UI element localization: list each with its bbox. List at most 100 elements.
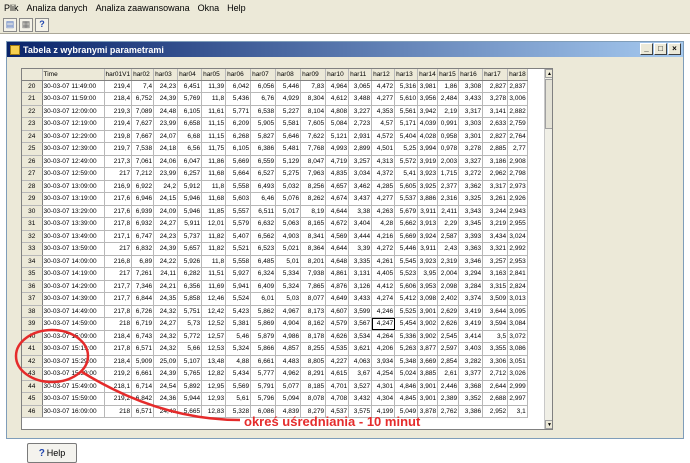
value-cell[interactable]: 2,854: [437, 355, 460, 368]
value-cell[interactable]: 3,303: [458, 117, 484, 131]
value-cell[interactable]: 219,7: [104, 142, 133, 156]
value-cell[interactable]: 2,316: [437, 192, 460, 206]
value-cell[interactable]: 7,627: [131, 117, 155, 131]
column-header[interactable]: har13: [394, 69, 419, 81]
value-cell[interactable]: 2,962: [482, 167, 509, 181]
value-cell[interactable]: 8,173: [300, 305, 327, 318]
value-cell[interactable]: 217: [104, 267, 133, 281]
value-cell[interactable]: 5,084: [325, 117, 350, 131]
value-cell[interactable]: 5,909: [131, 355, 155, 368]
value-cell[interactable]: 4,648: [325, 255, 350, 268]
scroll-thumb[interactable]: [545, 79, 552, 129]
value-cell[interactable]: 3,594: [482, 317, 509, 331]
table-row[interactable]: 45 30-03-07 15:59:00 219,2 6,842 24,36 5,944 1…: [22, 392, 528, 406]
value-cell[interactable]: 7,667: [131, 130, 155, 143]
value-cell[interactable]: 24,32: [153, 342, 179, 356]
value-cell[interactable]: 3,913: [417, 217, 439, 231]
value-cell[interactable]: 5,892: [177, 380, 203, 393]
value-cell[interactable]: 2,931: [348, 130, 373, 143]
value-cell[interactable]: 4,701: [325, 380, 350, 393]
value-cell[interactable]: 3,902: [417, 317, 439, 331]
table-row[interactable]: 41 30-03-07 15:19:00 217,8 6,571 24,32 5,66 12…: [22, 342, 528, 356]
value-cell[interactable]: 24,27: [153, 217, 179, 231]
value-cell[interactable]: 4,674: [325, 192, 350, 206]
value-cell[interactable]: 2,762: [437, 405, 460, 418]
value-cell[interactable]: 8,255: [300, 342, 327, 356]
value-cell[interactable]: 2,882: [507, 105, 528, 118]
value-cell[interactable]: 5,017: [275, 205, 302, 218]
value-cell[interactable]: 12,82: [201, 367, 227, 381]
value-cell[interactable]: 5,827: [250, 130, 277, 143]
value-cell[interactable]: 217,8: [104, 342, 133, 356]
value-cell[interactable]: 217,3: [104, 155, 133, 168]
value-cell[interactable]: 3,877: [417, 342, 439, 356]
value-cell[interactable]: 3,39: [348, 242, 373, 256]
column-header[interactable]: har18: [507, 69, 528, 81]
value-cell[interactable]: 2,885: [482, 142, 509, 156]
value-cell[interactable]: 4,964: [325, 80, 350, 93]
value-cell[interactable]: 217,8: [104, 305, 133, 318]
value-cell[interactable]: 3,942: [417, 105, 439, 118]
value-cell[interactable]: 4,405: [371, 267, 396, 281]
value-cell[interactable]: 8,304: [300, 92, 327, 106]
value-cell[interactable]: 2,824: [507, 280, 528, 293]
value-cell[interactable]: 4,472: [371, 80, 396, 93]
value-cell[interactable]: 11,82: [201, 230, 227, 243]
value-cell[interactable]: 3,1: [507, 405, 528, 418]
value-cell[interactable]: 218,4: [104, 92, 133, 106]
value-cell[interactable]: 5,572: [394, 155, 419, 168]
value-cell[interactable]: 6,89: [131, 255, 155, 268]
value-cell[interactable]: 4,993: [325, 142, 350, 156]
table-row[interactable]: 43 30-03-07 15:39:00 219,2 6,661 24,39 5,765 1…: [22, 367, 528, 381]
value-cell[interactable]: 6,409: [250, 280, 277, 293]
value-cell[interactable]: 4,657: [325, 180, 350, 193]
value-cell[interactable]: 8,805: [300, 355, 327, 368]
value-cell[interactable]: 4,808: [325, 105, 350, 118]
value-cell[interactable]: 2,827: [482, 80, 509, 93]
time-cell[interactable]: 30-03-07 12:19:00: [42, 117, 105, 131]
value-cell[interactable]: 4,353: [371, 105, 396, 118]
value-cell[interactable]: 5,610: [394, 92, 419, 106]
value-cell[interactable]: 5,094: [275, 392, 302, 406]
column-header[interactable]: har17: [482, 69, 509, 81]
value-cell[interactable]: 5,521: [225, 242, 252, 256]
table-row[interactable]: 42 30-03-07 15:29:00 218,4 5,909 25,09 5,107 1…: [22, 355, 528, 368]
value-cell[interactable]: 24,2: [153, 180, 179, 193]
value-cell[interactable]: 8,291: [300, 367, 327, 381]
value-cell[interactable]: 5,324: [225, 342, 252, 356]
column-header[interactable]: har02: [131, 69, 155, 81]
value-cell[interactable]: 24,27: [153, 317, 179, 331]
value-cell[interactable]: 3,065: [348, 80, 373, 93]
time-cell[interactable]: 30-03-07 15:29:00: [42, 355, 105, 368]
value-cell[interactable]: 2,764: [507, 130, 528, 143]
column-header[interactable]: har12: [371, 69, 396, 81]
value-cell[interactable]: 3,567: [348, 317, 373, 331]
table-row[interactable]: 40 30-03-07 15:09:00 218,4 6,743 24,32 5,772 1…: [22, 330, 528, 343]
value-cell[interactable]: 3,278: [482, 92, 509, 106]
value-cell[interactable]: 4,929: [275, 92, 302, 106]
value-cell[interactable]: 5,777: [250, 367, 277, 381]
value-cell[interactable]: 2,004: [437, 267, 460, 281]
value-cell[interactable]: 3,67: [348, 367, 373, 381]
value-cell[interactable]: 3,644: [482, 305, 509, 318]
value-cell[interactable]: 5,537: [394, 192, 419, 206]
value-cell[interactable]: 7,622: [300, 130, 327, 143]
value-cell[interactable]: 216,8: [104, 255, 133, 268]
value-cell[interactable]: 6,46: [250, 192, 277, 206]
value-cell[interactable]: 3,051: [507, 355, 528, 368]
value-cell[interactable]: 6,726: [131, 305, 155, 318]
value-cell[interactable]: 5,446: [275, 80, 302, 93]
value-cell[interactable]: 5,107: [177, 355, 203, 368]
value-cell[interactable]: 25,09: [153, 355, 179, 368]
value-cell[interactable]: 7,605: [300, 117, 327, 131]
value-cell[interactable]: 3,084: [507, 317, 528, 331]
value-cell[interactable]: 6,632: [250, 217, 277, 231]
value-cell[interactable]: 0,958: [437, 130, 460, 143]
table-row[interactable]: 38 30-03-07 14:49:00 217,8 6,726 24,32 5,751 1…: [22, 305, 528, 318]
value-cell[interactable]: 7,346: [131, 280, 155, 293]
value-cell[interactable]: 3,257: [482, 255, 509, 268]
value-cell[interactable]: 5,941: [225, 280, 252, 293]
value-cell[interactable]: 4,301: [371, 380, 396, 393]
value-cell[interactable]: 4,028: [417, 130, 439, 143]
value-cell[interactable]: 4,708: [325, 392, 350, 406]
